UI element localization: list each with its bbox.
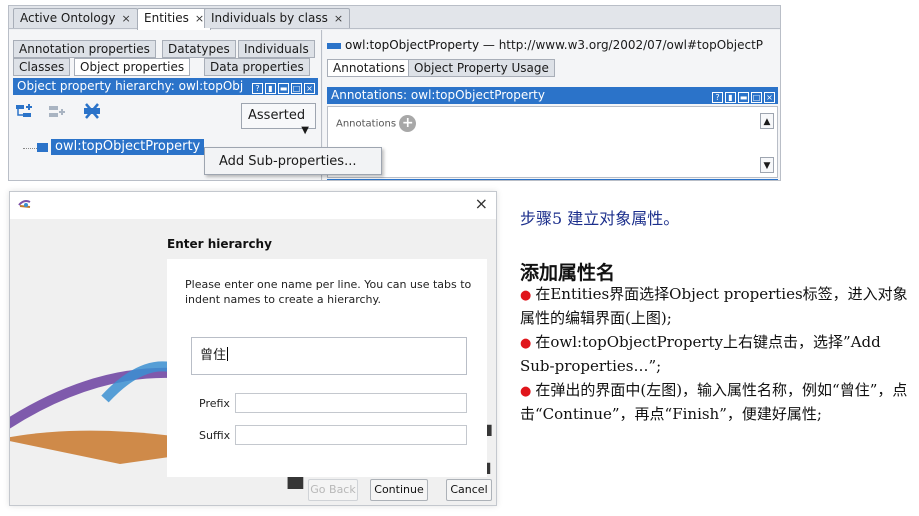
subtab-datatypes[interactable]: Datatypes: [162, 40, 236, 58]
step-title: 步骤5 建立对象属性。: [520, 209, 680, 228]
context-menu: Add Sub-properties...: [204, 147, 382, 175]
suffix-input[interactable]: [235, 425, 467, 445]
annotations-header-label: Annotations: owl:topObjectProperty: [331, 88, 545, 102]
text-caret: [227, 347, 229, 361]
asserted-dropdown[interactable]: Asserted ▼: [241, 103, 316, 136]
bullet-icon: ●: [520, 288, 532, 303]
subtab-individuals[interactable]: Individuals: [238, 40, 315, 58]
tree-node-top-object-property[interactable]: owl:topObjectProperty: [51, 139, 205, 155]
tab-label: Entities: [144, 11, 189, 25]
tab-label: Individuals by class: [211, 11, 328, 25]
entered-name-text: 曾住: [200, 348, 227, 363]
entity-name: owl:topObjectProperty: [345, 38, 480, 52]
dialog-client-area: prot Enter hierarchy Please enter one na…: [10, 219, 496, 505]
main-tab-bar: Active Ontology × Entities × Individuals b…: [9, 6, 780, 30]
entity-iri: owl:topObjectProperty — http://www.w3.or…: [345, 38, 777, 52]
bullet-text-1: 在Entities界面选择Object properties标签，进入对象属性的…: [520, 285, 908, 327]
add-sub-property-icon[interactable]: [13, 102, 39, 126]
object-property-icon: [37, 143, 48, 152]
bullet-icon: ●: [520, 384, 532, 399]
subtab-classes[interactable]: Classes: [13, 58, 71, 76]
subtab-annotation-properties[interactable]: Annotation properties: [13, 40, 156, 58]
hierarchy-entry-panel: Please enter one name per line. You can …: [167, 259, 487, 477]
prefix-label: Prefix: [199, 397, 230, 410]
annotations-label: Annotations: [336, 118, 397, 130]
annotations-row: Annotations +: [336, 115, 417, 132]
tab-object-property-usage[interactable]: Object Property Usage: [408, 59, 555, 77]
protege-app-icon: [18, 198, 32, 212]
add-sibling-property-icon[interactable]: [45, 102, 71, 126]
scroll-up-icon[interactable]: ▲: [760, 113, 774, 129]
dialog-close-icon[interactable]: ×: [475, 194, 488, 213]
enter-hierarchy-dialog: × prot Enter hierarchy Please enter one …: [9, 191, 497, 506]
suffix-label: Suffix: [199, 429, 231, 442]
tab-annotations[interactable]: Annotations: [327, 59, 412, 77]
prefix-input[interactable]: [235, 393, 467, 413]
panel-bottom-edge: [327, 179, 778, 180]
close-view-icon[interactable]: ×: [764, 92, 775, 103]
continue-button[interactable]: Continue: [370, 479, 428, 501]
asserted-label: Asserted: [248, 108, 306, 123]
annotations-header: Annotations: owl:topObjectProperty ? ▮ ▬ □ ×: [327, 87, 778, 104]
hierarchy-names-textarea[interactable]: 曾住: [191, 337, 467, 375]
maximize-icon[interactable]: □: [291, 83, 302, 94]
tab-label: Active Ontology: [20, 11, 116, 25]
protege-window: Active Ontology × Entities × Individuals b…: [8, 5, 781, 181]
pin-icon[interactable]: ▮: [265, 83, 276, 94]
dialog-heading: Enter hierarchy: [167, 237, 272, 251]
subtab-object-properties[interactable]: Object properties: [74, 58, 191, 76]
close-view-icon[interactable]: ×: [304, 83, 315, 94]
minimize-icon[interactable]: ▬: [738, 92, 749, 103]
bullet-item-2: ● 在owl:topObjectProperty上右键点击，选择”Add Sub-…: [520, 331, 912, 378]
close-icon[interactable]: ×: [334, 12, 343, 25]
menu-item-add-sub-properties[interactable]: Add Sub-properties...: [219, 154, 356, 169]
tab-active-ontology[interactable]: Active Ontology ×: [13, 8, 138, 28]
section-title: 添加属性名: [520, 262, 616, 284]
cancel-button[interactable]: Cancel: [446, 479, 492, 501]
bullet-text-2: 在owl:topObjectProperty上右键点击，选择”Add Sub-p…: [520, 333, 881, 375]
minimize-icon[interactable]: ▬: [278, 83, 289, 94]
close-icon[interactable]: ×: [195, 12, 204, 25]
subtab-data-properties[interactable]: Data properties: [204, 58, 310, 76]
maximize-icon[interactable]: □: [751, 92, 762, 103]
object-property-icon: [327, 43, 341, 49]
bullet-item-1: ● 在Entities界面选择Object properties标签，进入对象属性…: [520, 283, 912, 330]
delete-property-icon[interactable]: [79, 102, 105, 126]
tab-entities[interactable]: Entities ×: [137, 8, 212, 30]
view-buttons: ? ▮ ▬ □ ×: [250, 80, 315, 94]
tab-individuals-by-class[interactable]: Individuals by class ×: [204, 8, 351, 28]
view-buttons: ? ▮ ▬ □ ×: [710, 89, 775, 103]
bullet-item-3: ● 在弹出的界面中(左图)，输入属性名称，例如“曾住”，点击“Continue”，…: [520, 379, 912, 426]
pin-icon[interactable]: ▮: [725, 92, 736, 103]
dialog-instructions: Please enter one name per line. You can …: [185, 278, 472, 306]
close-icon[interactable]: ×: [121, 12, 130, 25]
help-icon[interactable]: ?: [252, 83, 263, 94]
go-back-button[interactable]: Go Back: [308, 479, 358, 501]
add-annotation-icon[interactable]: +: [399, 115, 417, 132]
hierarchy-header-label: Object property hierarchy: owl:topObj: [17, 79, 244, 93]
chevron-down-icon: ▼: [301, 125, 309, 136]
right-pane: owl:topObjectProperty — http://www.w3.or…: [323, 30, 780, 180]
tree-connector: [23, 148, 37, 149]
scroll-down-icon[interactable]: ▼: [760, 157, 774, 173]
bullet-icon: ●: [520, 336, 532, 351]
annotations-panel: Annotations + ▲ ▼: [327, 106, 778, 178]
help-icon[interactable]: ?: [712, 92, 723, 103]
entity-iri-suffix: — http://www.w3.org/2002/07/owl#topObjec…: [479, 38, 764, 52]
hierarchy-header: Object property hierarchy: owl:topObj ? ▮…: [13, 78, 318, 95]
bullet-text-3: 在弹出的界面中(左图)，输入属性名称，例如“曾住”，点击“Continue”，再…: [520, 381, 908, 423]
